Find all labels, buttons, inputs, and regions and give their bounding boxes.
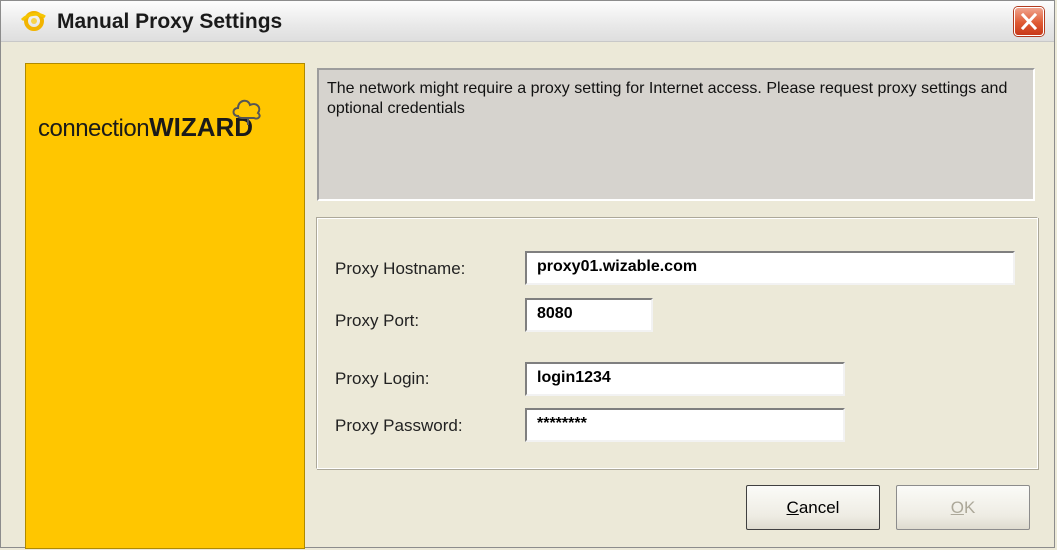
logo-prefix: connection xyxy=(38,115,150,142)
app-logo-icon xyxy=(19,7,47,35)
title-bar[interactable]: Manual Proxy Settings xyxy=(1,1,1054,42)
port-input[interactable]: 8080 xyxy=(525,298,653,332)
cancel-label: ancel xyxy=(798,498,840,517)
close-button[interactable] xyxy=(1014,7,1044,36)
password-label: Proxy Password: xyxy=(335,416,463,435)
hostname-input[interactable]: proxy01.wizable.com xyxy=(525,251,1015,285)
hostname-label: Proxy Hostname: xyxy=(335,259,466,278)
cloud-icon xyxy=(230,94,266,131)
cancel-button[interactable]: Cancel xyxy=(746,485,880,530)
ok-label: K xyxy=(963,498,976,517)
port-label: Proxy Port: xyxy=(335,311,420,330)
login-label: Proxy Login: xyxy=(335,369,430,388)
info-message-box: The network might require a proxy settin… xyxy=(317,68,1035,201)
ok-mnemonic: O xyxy=(950,498,964,517)
login-input[interactable]: login1234 xyxy=(525,362,845,396)
connection-wizard-logo: connectionWIZARD xyxy=(38,94,278,154)
logo-text: connectionWIZARD xyxy=(38,112,253,143)
close-icon xyxy=(1020,13,1038,30)
password-input[interactable]: ******** xyxy=(525,408,845,442)
cancel-mnemonic: C xyxy=(786,498,799,517)
info-message: The network might require a proxy settin… xyxy=(327,80,1008,117)
ok-button[interactable]: OK xyxy=(896,485,1030,530)
proxy-settings-group: Proxy Hostname: proxy01.wizable.com Prox… xyxy=(316,217,1038,469)
dialog-window: Manual Proxy Settings connectionWIZARD T… xyxy=(0,0,1055,549)
brand-panel: connectionWIZARD xyxy=(25,63,305,549)
window-title: Manual Proxy Settings xyxy=(57,10,283,33)
